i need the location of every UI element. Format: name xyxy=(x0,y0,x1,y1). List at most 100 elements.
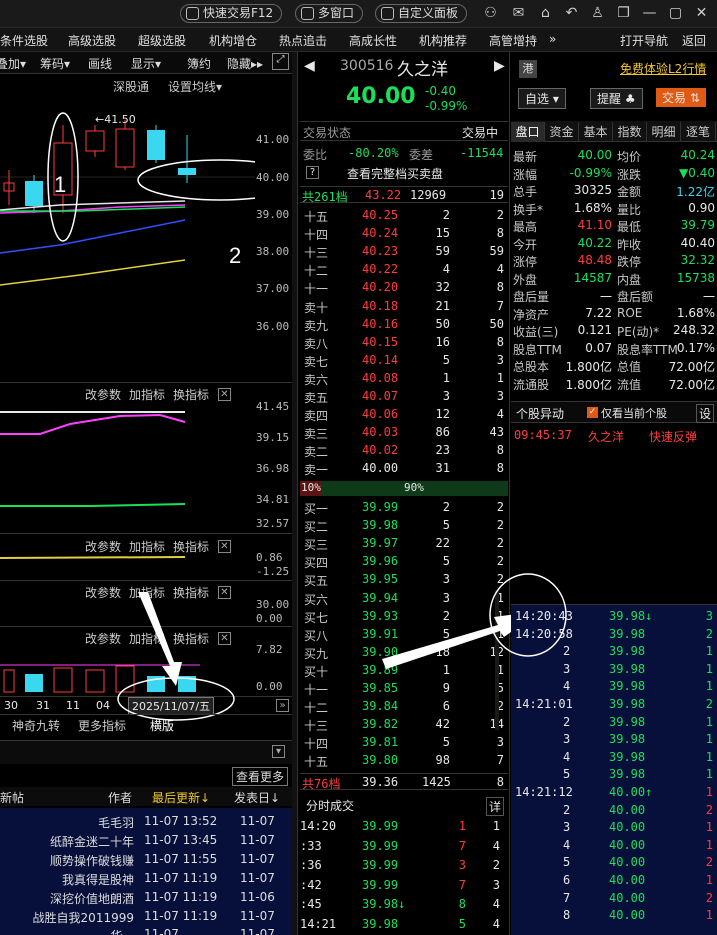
edit-params-button[interactable]: 改参数 xyxy=(85,630,121,647)
next-stock-icon[interactable]: ▶ xyxy=(494,58,505,74)
user-icon[interactable]: ⚇ xyxy=(483,6,498,21)
overlay-button[interactable]: 叠加▾ xyxy=(0,55,26,72)
timesales-detail-button[interactable]: 详 xyxy=(486,797,505,816)
price-pct: -0.99% xyxy=(425,99,468,113)
menu-item[interactable]: 超级选股 xyxy=(138,32,186,49)
help-icon[interactable]: ? xyxy=(306,166,319,179)
close-icon[interactable]: ✕ xyxy=(218,632,231,645)
home-icon[interactable]: ⌂ xyxy=(538,6,553,21)
menu-item[interactable]: 机构增仓 xyxy=(209,32,257,49)
maximize-icon[interactable]: ▢ xyxy=(668,6,683,21)
ask-level-row[interactable]: 卖九 40.16 50 50 xyxy=(300,316,508,333)
alert-event[interactable]: 快速反弹 xyxy=(649,428,697,445)
restore-icon[interactable]: ❐ xyxy=(616,6,631,21)
fullscreen-icon[interactable]: ⤢ xyxy=(272,53,289,70)
multi-window-button[interactable]: 多窗口 xyxy=(295,4,364,23)
close-icon[interactable]: ✕ xyxy=(694,6,709,21)
view-full-depth-button[interactable]: 查看完整档买卖盘 xyxy=(347,165,443,182)
tab-tick[interactable]: 逐笔 xyxy=(681,122,716,142)
forum-row[interactable]: 深挖价值地朗酒 11-07 11:19 11-06 xyxy=(0,888,292,907)
watchlist-button[interactable]: 自选 ▾ xyxy=(518,88,566,109)
bid-level-row[interactable]: 买四 39.96 5 2 xyxy=(300,553,508,570)
ask-level-row[interactable]: 卖十 40.18 21 7 xyxy=(300,298,508,315)
scroll-right-icon[interactable]: » xyxy=(276,699,289,712)
tab-pankou[interactable]: 盘口 xyxy=(511,122,545,142)
chips-button[interactable]: 筹码▾ xyxy=(40,55,70,72)
edit-params-button[interactable]: 改参数 xyxy=(85,584,121,601)
prev-stock-icon[interactable]: ◀ xyxy=(304,58,315,74)
tab-basic[interactable]: 基本 xyxy=(579,122,613,142)
tab-capital[interactable]: 资金 xyxy=(545,122,579,142)
ask-level-row[interactable]: 十五 40.25 2 2 xyxy=(300,207,508,224)
tab-magic-nine[interactable]: 神奇九转 xyxy=(12,717,60,734)
bid-level-row[interactable]: 十一 39.85 9 5 xyxy=(300,680,508,697)
minimize-icon[interactable]: — xyxy=(642,6,657,21)
menu-item[interactable]: 高管增持 xyxy=(489,32,537,49)
ma-settings-button[interactable]: 设置均线▾ xyxy=(168,78,222,95)
contract-button[interactable]: 簿约 xyxy=(187,55,211,72)
tab-index[interactable]: 指数 xyxy=(613,122,647,142)
menu-item[interactable]: 高级选股 xyxy=(68,32,116,49)
back-button[interactable]: 返回 xyxy=(682,32,706,49)
forum-row[interactable]: 顺势操作破钱赚 11-07 11:55 11-07 xyxy=(0,850,292,869)
forum-row[interactable]: 毛毛羽 11-07 13:52 11-07 xyxy=(0,812,292,831)
alert-time: 09:45:37 xyxy=(514,428,572,442)
tick-price: 40.00 xyxy=(609,908,646,923)
menu-item[interactable]: 机构推荐 xyxy=(419,32,467,49)
ask-level-row[interactable]: 卖四 40.06 12 4 xyxy=(300,406,508,423)
ask-level-row[interactable]: 十二 40.22 4 4 xyxy=(300,261,508,278)
level-volume: 1 xyxy=(442,370,450,385)
panel-toggle-icon[interactable]: ▾ xyxy=(272,745,285,758)
draw-line-button[interactable]: 画线 xyxy=(88,55,112,72)
bid-level-row[interactable]: 十五 39.80 98 7 xyxy=(300,752,508,769)
ask-level-row[interactable]: 十四 40.24 15 8 xyxy=(300,225,508,242)
l2-promo-link[interactable]: 免费体验L2行情 xyxy=(620,60,706,77)
forum-row[interactable]: 战胜自我2011999 11-07 11:19 11-07 xyxy=(0,907,292,926)
checkbox-checked[interactable]: ✓ xyxy=(587,407,598,418)
alerts-settings-button[interactable]: 设 xyxy=(696,404,715,423)
bid-level-row[interactable]: 买二 39.98 5 2 xyxy=(300,517,508,534)
ask-level-row[interactable]: 十一 40.20 32 8 xyxy=(300,279,508,296)
bid-level-row[interactable]: 十四 39.81 5 3 xyxy=(300,734,508,751)
display-button[interactable]: 显示▾ xyxy=(131,55,161,72)
view-more-button[interactable]: 查看更多 xyxy=(232,767,289,786)
ask-level-row[interactable]: 卖六 40.08 1 1 xyxy=(300,370,508,387)
tab-detail[interactable]: 明细 xyxy=(647,122,681,142)
trade-button[interactable]: 交易 ⇅ xyxy=(656,88,706,107)
hide-button[interactable]: 隐藏▸▸ xyxy=(227,55,263,72)
tab-landscape[interactable]: 横版 xyxy=(150,717,174,734)
ask-level-row[interactable]: 卖三 40.03 86 43 xyxy=(300,424,508,441)
quote-value: 32.32 xyxy=(680,253,715,267)
close-icon[interactable]: ✕ xyxy=(218,540,231,553)
menu-item[interactable]: 高成长性 xyxy=(349,32,397,49)
bid-level-row[interactable]: 十二 39.84 6 2 xyxy=(300,698,508,715)
skin-icon[interactable]: ♙ xyxy=(590,6,605,21)
menu-item[interactable]: 热点追击 xyxy=(279,32,327,49)
quote-row: 总股本 1.800亿 总值 72.00亿 xyxy=(513,357,715,374)
bid-level-row[interactable]: 买一 39.99 2 2 xyxy=(300,499,508,516)
remind-button[interactable]: 提醒 ♣ xyxy=(590,88,643,109)
bid-level-row[interactable]: 十三39.824214 xyxy=(300,716,508,733)
ask-level-row[interactable]: 卖八 40.15 16 8 xyxy=(300,334,508,351)
bid-level-row[interactable]: 买三 39.97 22 2 xyxy=(300,535,508,552)
menu-item[interactable]: 条件选股 xyxy=(0,32,48,49)
quick-trade-button[interactable]: 快速交易F12 xyxy=(180,4,283,23)
ask-level-row[interactable]: 卖一 40.00 31 8 xyxy=(300,460,508,477)
tab-more-indicators[interactable]: 更多指标 xyxy=(78,717,126,734)
forum-row[interactable]: 我真得是股神 11-07 11:19 11-07 xyxy=(0,869,292,888)
ask-level-row[interactable]: 卖五 40.07 3 3 xyxy=(300,388,508,405)
close-icon[interactable]: ✕ xyxy=(218,586,231,599)
custom-panel-button[interactable]: 自定义面板 xyxy=(375,4,468,23)
ask-level-row[interactable]: 卖二 40.02 23 8 xyxy=(300,442,508,459)
open-nav-button[interactable]: 打开导航 xyxy=(620,32,668,49)
menu-more[interactable]: » xyxy=(549,32,556,46)
ask-level-row[interactable]: 卖七 40.14 5 3 xyxy=(300,352,508,369)
forum-row[interactable]: 华... 11-07 ... 11-07 xyxy=(0,925,292,935)
ask-level-row[interactable]: 十三 40.23 59 59 xyxy=(300,243,508,260)
forum-row[interactable]: 纸醉金迷二十年 11-07 13:45 11-07 xyxy=(0,831,292,850)
level-label: 买二 xyxy=(304,520,329,535)
sz-connect-label[interactable]: 深股通 xyxy=(113,78,149,95)
mail-icon[interactable]: ✉ xyxy=(511,6,526,21)
candlestick-chart[interactable] xyxy=(0,95,255,385)
undo-icon[interactable]: ↶ xyxy=(564,6,579,21)
